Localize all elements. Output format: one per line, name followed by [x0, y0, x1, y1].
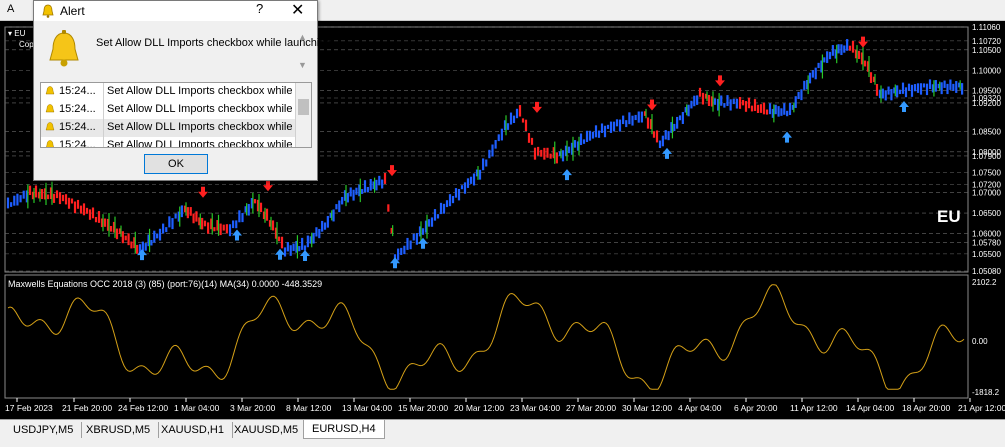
- price-axis-label: 1.05780: [972, 238, 1001, 247]
- column-divider: [103, 101, 104, 119]
- buy-arrow-icon: [137, 249, 147, 261]
- bell-icon: [42, 4, 54, 18]
- tab-xbrusd-m5[interactable]: XBRUSD,M5: [78, 422, 160, 438]
- large-bell-icon: [49, 30, 79, 67]
- buy-arrow-icon: [662, 147, 672, 159]
- price-axis-label: 1.10000: [972, 66, 1001, 75]
- toolbar-letter[interactable]: A: [7, 3, 14, 15]
- time-axis-label: 15 Mar 20:00: [398, 403, 448, 413]
- indicator-plot-frame: [4, 274, 969, 399]
- time-axis-label: 11 Apr 12:00: [790, 403, 838, 413]
- list-item[interactable]: 15:24... Set Allow DLL Imports checkbox …: [41, 137, 311, 148]
- bell-icon: [46, 140, 54, 147]
- time-axis-label: 17 Feb 2023: [5, 403, 53, 413]
- list-scrollbar[interactable]: [295, 83, 311, 147]
- symbol-watermark: EU: [937, 207, 961, 226]
- price-axis-label: 1.09200: [972, 99, 1001, 108]
- column-divider: [103, 119, 104, 137]
- price-axis-label: 1.10720: [972, 37, 1001, 46]
- close-button[interactable]: ✕: [291, 0, 304, 20]
- time-axis-label: 6 Apr 20:00: [734, 403, 778, 413]
- indicator-label: Maxwells Equations OCC 2018 (3) (85) (po…: [8, 279, 323, 289]
- indicator-axis-label: -1818.2: [972, 388, 1000, 397]
- list-item[interactable]: 15:24... Set Allow DLL Imports checkbox …: [41, 101, 311, 119]
- alert-text: Set Allow DLL Imports checkbox while lau…: [107, 85, 312, 97]
- indicator-axis-label: 0.00: [972, 337, 988, 346]
- time-axis-label: 4 Apr 04:00: [678, 403, 722, 413]
- ok-button[interactable]: OK: [144, 154, 208, 174]
- alert-history-list[interactable]: 15:24... Set Allow DLL Imports checkbox …: [40, 82, 312, 148]
- alert-time: 15:24...: [59, 85, 96, 97]
- alert-time: 15:24...: [59, 121, 96, 133]
- price-axis-label: 1.10500: [972, 46, 1001, 55]
- price-axis-label: 1.06500: [972, 209, 1001, 218]
- time-axis-label: 27 Mar 20:00: [566, 403, 616, 413]
- alert-time: 15:24...: [59, 139, 96, 148]
- buy-arrow-icon: [418, 237, 428, 249]
- buy-arrow-icon: [562, 169, 572, 181]
- alert-message: Set Allow DLL Imports checkbox while lau…: [96, 37, 332, 49]
- time-axis-label: 30 Mar 12:00: [622, 403, 672, 413]
- sell-arrow-icon: [858, 36, 868, 48]
- alert-text: Set Allow DLL Imports checkbox while lau…: [107, 121, 312, 133]
- price-axis-label: 1.08500: [972, 127, 1001, 136]
- sell-arrow-icon: [387, 165, 397, 177]
- indicator-axis-label: 2102.2: [972, 278, 997, 287]
- bell-icon: [45, 86, 55, 95]
- time-axis-label: 13 Mar 04:00: [342, 403, 392, 413]
- indicator-line: [7, 284, 965, 390]
- price-axis-label: 1.05500: [972, 250, 1001, 259]
- time-axis-label: 14 Apr 04:00: [846, 403, 894, 413]
- bell-icon: [45, 122, 55, 131]
- time-axis-label: 3 Mar 20:00: [230, 403, 276, 413]
- tab-xauusd-h1[interactable]: XAUUSD,H1: [153, 422, 233, 438]
- chart-tab-bar: USDJPY,M5 XBRUSD,M5 XAUUSD,H1 XAUUSD,M5 …: [0, 419, 1005, 447]
- list-item[interactable]: 15:24... Set Allow DLL Imports checkbox …: [41, 119, 311, 137]
- column-divider: [103, 83, 104, 101]
- bell-icon: [45, 104, 55, 113]
- chart-symbol-label: ▾ EU: [8, 29, 26, 38]
- price-axis-label: 1.06000: [972, 229, 1001, 238]
- buy-arrow-icon: [275, 248, 285, 260]
- help-button[interactable]: ?: [256, 1, 263, 16]
- time-axis-label: 18 Apr 20:00: [902, 403, 950, 413]
- chart-copyright-label: Cop: [19, 40, 34, 49]
- sell-arrow-icon: [263, 180, 273, 192]
- buy-arrow-icon: [899, 101, 909, 113]
- tab-xauusd-m5[interactable]: XAUUSD,M5: [226, 422, 308, 438]
- dialog-titlebar[interactable]: Alert ? ✕: [34, 1, 317, 21]
- time-axis-label: 20 Mar 12:00: [454, 403, 504, 413]
- time-axis-label: 21 Feb 20:00: [62, 403, 112, 413]
- sell-arrow-icon: [532, 101, 542, 113]
- column-divider: [103, 137, 104, 147]
- sell-arrow-icon: [198, 186, 208, 198]
- time-axis-label: 23 Mar 04:00: [510, 403, 560, 413]
- buy-arrow-icon: [232, 229, 242, 241]
- price-axis-label: 1.05080: [972, 267, 1001, 276]
- alert-text: Set Allow DLL Imports checkbox while lau…: [107, 139, 312, 148]
- price-axis-label: 1.07900: [972, 152, 1001, 161]
- alert-dialog: Alert ? ✕ Set Allow DLL Imports checkbox…: [33, 0, 332, 181]
- price-axis-label: 1.07500: [972, 168, 1001, 177]
- tab-usdjpy-m5[interactable]: USDJPY,M5: [5, 422, 83, 438]
- message-scroll-down-icon[interactable]: ▼: [298, 60, 307, 70]
- sell-arrow-icon: [715, 75, 725, 87]
- time-axis-label: 21 Apr 12:00: [958, 403, 1005, 413]
- message-scroll-up-icon[interactable]: ▲: [298, 32, 307, 42]
- dialog-title: Alert: [60, 4, 85, 18]
- time-axis-label: 1 Mar 04:00: [174, 403, 220, 413]
- buy-arrow-icon: [782, 131, 792, 143]
- tab-eurusd-h4[interactable]: EURUSD,H4: [303, 420, 385, 439]
- buy-arrow-icon: [300, 249, 310, 261]
- price-axis-label: 1.11060: [972, 23, 1001, 32]
- alert-text: Set Allow DLL Imports checkbox while lau…: [107, 103, 312, 115]
- price-axis-label: 1.07000: [972, 189, 1001, 198]
- sell-arrow-icon: [647, 99, 657, 111]
- time-axis-label: 8 Mar 12:00: [286, 403, 332, 413]
- alert-time: 15:24...: [59, 103, 96, 115]
- time-axis-label: 24 Feb 12:00: [118, 403, 168, 413]
- list-item[interactable]: 15:24... Set Allow DLL Imports checkbox …: [41, 83, 311, 101]
- scrollbar-thumb[interactable]: [298, 99, 309, 115]
